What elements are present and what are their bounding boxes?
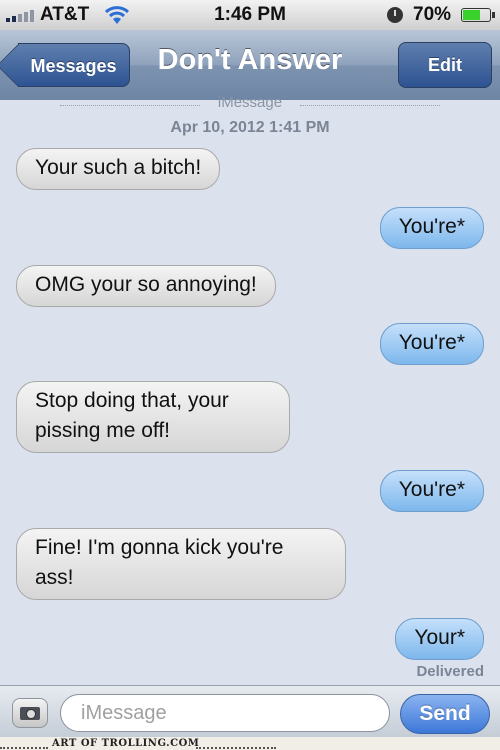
message-text: You're* — [398, 478, 465, 501]
camera-lens — [26, 709, 36, 719]
camera-button[interactable] — [12, 698, 48, 728]
message-bubble-sent[interactable]: You're* — [379, 470, 484, 512]
message-text: Fine! I'm gonna kick you're ass! — [35, 536, 284, 589]
back-button-label: Messages — [30, 56, 117, 76]
compose-bar: Send — [0, 685, 500, 738]
battery-level — [463, 10, 480, 20]
watermark-ornament-icon — [0, 739, 48, 749]
messages-back-button[interactable]: Messages — [18, 43, 130, 87]
message-input[interactable] — [60, 694, 390, 732]
watermark-ornament-icon — [196, 739, 276, 749]
message-bubble-received[interactable]: Stop doing that, your pissing me off! — [16, 381, 290, 453]
message-text: Stop doing that, your pissing me off! — [35, 389, 229, 442]
conversation-timestamp: Apr 10, 2012 1:41 PM — [170, 119, 330, 136]
service-label: iMessage — [0, 94, 500, 111]
message-text: OMG your so annoying! — [35, 273, 257, 296]
rotation-lock-icon — [387, 7, 403, 23]
watermark-strip: ART OF TROLLING.COM — [0, 737, 500, 750]
send-button[interactable]: Send — [400, 694, 490, 734]
watermark-text: ART OF TROLLING.COM — [52, 738, 200, 749]
battery-icon — [461, 8, 495, 22]
message-bubble-received[interactable]: Fine! I'm gonna kick you're ass! — [16, 528, 346, 600]
navigation-bar: Messages Don't Answer Edit — [0, 30, 500, 101]
message-bubble-sent[interactable]: You're* — [379, 207, 484, 249]
message-bubble-sent[interactable]: You're* — [379, 323, 484, 365]
message-bubble-received[interactable]: Your such a bitch! — [16, 148, 221, 190]
message-text: You're* — [398, 331, 465, 354]
edit-button[interactable]: Edit — [398, 42, 492, 88]
message-list[interactable]: iMessage Apr 10, 2012 1:41 PM Your such … — [0, 94, 500, 685]
conversation-title: Don't Answer — [157, 44, 343, 76]
message-bubble-sent[interactable]: Your* — [395, 618, 484, 660]
status-bar: AT&T 1:46 PM 70% — [0, 0, 500, 30]
message-text: You're* — [398, 215, 465, 238]
message-text: Your such a bitch! — [35, 156, 202, 179]
message-bubble-received[interactable]: OMG your so annoying! — [16, 265, 276, 307]
delivered-status: Delivered — [416, 663, 484, 680]
battery-percent: 70% — [413, 4, 452, 25]
message-text: Your* — [414, 626, 465, 649]
